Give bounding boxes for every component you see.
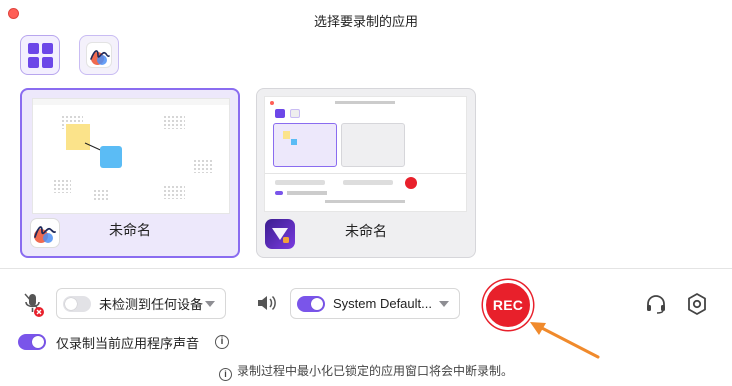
app-audio-only-row: 仅录制当前应用程序声音 [18,334,200,351]
microphone-toggle[interactable] [63,295,91,312]
app-card-recorder[interactable]: 未命名 [256,88,476,258]
system-audio-select[interactable]: System Default... [290,288,460,319]
window-title: 选择要录制的应用 [313,14,418,29]
app-preview-thumbnail [32,98,230,214]
system-audio-label: System Default... [333,296,432,311]
app-card-whiteboard[interactable]: 未命名 [20,88,240,258]
app-card-label: 未命名 [345,223,387,239]
notice-text: 录制过程中最小化已锁定的应用窗口将会中断录制。 [236,364,513,378]
app-logo-icon [86,42,112,68]
app-preview-thumbnail [264,96,467,212]
chevron-down-icon [205,301,215,307]
speaker-icon[interactable] [256,293,278,313]
grid-view-toggle[interactable] [20,35,60,75]
microphone-device-label: 未检测到任何设备 [99,297,204,312]
grid-icon [27,42,53,68]
record-button-label: REC [492,297,524,313]
section-divider [0,268,732,269]
annotation-arrow-icon [530,322,600,359]
microphone-muted-icon[interactable] [22,292,46,318]
app-audio-only-toggle[interactable] [18,334,46,350]
info-icon: i [218,368,232,381]
system-audio-toggle[interactable] [297,295,325,312]
sticky-note-blue [100,146,122,168]
app-view-toggle[interactable] [79,35,119,75]
headset-icon[interactable] [645,293,667,315]
settings-icon[interactable] [686,292,708,316]
info-icon[interactable]: i [215,335,229,349]
app-picker-window: 选择要录制的应用 未命名 未命名 未检测到任何设备 System Default… [0,0,732,386]
recording-notice: i 录制过程中最小化已锁定的应用窗口将会中断录制。 [0,362,732,381]
chevron-down-icon [439,301,449,307]
app-audio-only-label: 仅录制当前应用程序声音 [56,335,200,351]
microphone-device-select[interactable]: 未检测到任何设备 [56,288,226,319]
app-card-label: 未命名 [109,222,151,238]
